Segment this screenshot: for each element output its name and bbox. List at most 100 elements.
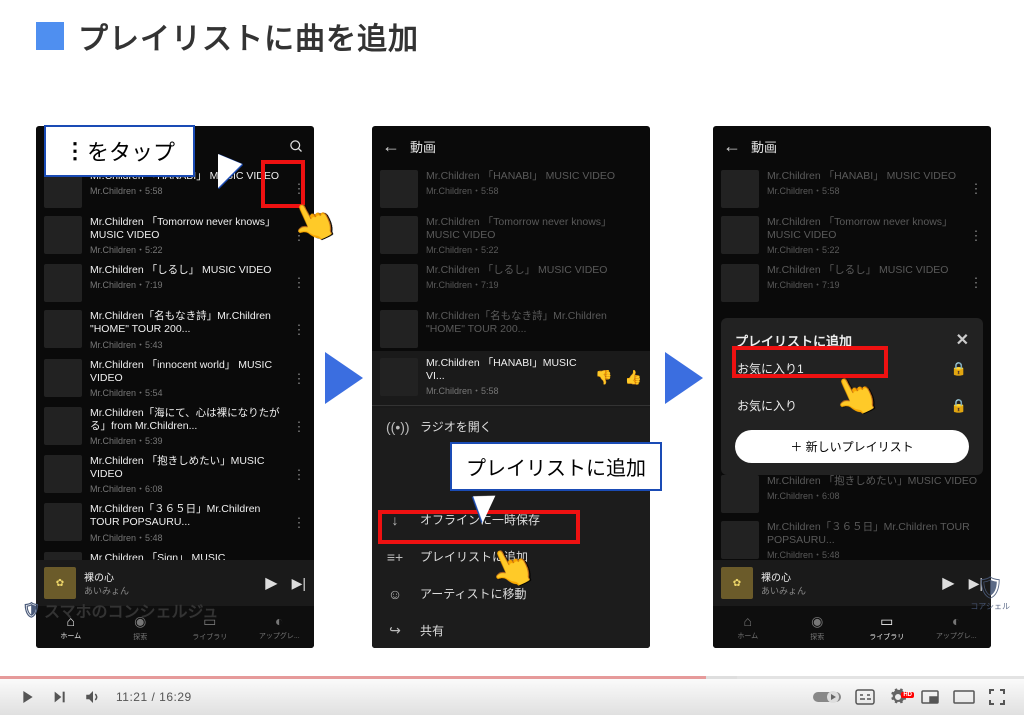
song-thumbnail bbox=[44, 503, 82, 541]
new-playlist-button[interactable]: ＋ 新しいプレイリスト bbox=[735, 430, 969, 463]
kebab-icon[interactable]: ⋮ bbox=[292, 467, 306, 483]
song-artist: Mr.Children・5:58 bbox=[90, 184, 284, 197]
nav-upgrade[interactable]: ◐アップグレ... bbox=[922, 606, 992, 648]
home-icon: ⌂ bbox=[744, 613, 752, 629]
menu-share[interactable]: ↪共有 bbox=[372, 612, 650, 648]
song-row: Mr.Children「海にて、心は裸になりたがる」from Mr.Childr… bbox=[36, 403, 314, 451]
song-thumbnail bbox=[380, 358, 418, 396]
compass-icon: ◉ bbox=[811, 613, 823, 630]
song-row: Mr.Children「名もなき詩」Mr.Children "HOME" TOU… bbox=[36, 306, 314, 354]
youtube-controls: 11:21 / 16:29 HD bbox=[0, 679, 1024, 715]
song-title: Mr.Children「３６５日」Mr.Children TOUR POPSAU… bbox=[90, 503, 284, 529]
title-bullet bbox=[36, 22, 64, 50]
next-icon[interactable]: ▶| bbox=[292, 575, 306, 592]
kebab-icon[interactable]: ⋮ bbox=[292, 515, 306, 531]
song-row: Mr.Children 「Tomorrow never knows」 MUSIC… bbox=[36, 212, 314, 260]
kebab-icon[interactable]: ⋮ bbox=[292, 322, 306, 338]
phone2-action-sheet: Mr.Children 「HANABI」MUSIC VI... Mr.Child… bbox=[372, 351, 650, 648]
search-icon[interactable] bbox=[289, 139, 304, 154]
corner-logo: 🛡 コアシェル bbox=[970, 575, 1010, 612]
song-thumbnail bbox=[44, 216, 82, 254]
thumbs-down-icon[interactable]: 👎 bbox=[595, 369, 612, 386]
thumbs-up-icon[interactable]: 👍 bbox=[625, 369, 642, 386]
playlist-name: お気に入り bbox=[737, 397, 797, 414]
callout-add-playlist: プレイリストに追加 bbox=[450, 442, 662, 491]
slide-content: プレイリストに曲を追加 ⋮ をタップ 👆 Mr.Children 「HANABI… bbox=[0, 0, 1024, 660]
lock-icon: 🔒 bbox=[951, 361, 967, 377]
library-icon: ▭ bbox=[880, 613, 893, 630]
shield-icon: 🛡 bbox=[22, 601, 40, 619]
song-thumbnail bbox=[44, 264, 82, 302]
song-artist: Mr.Children・6:08 bbox=[90, 482, 284, 495]
upgrade-icon: ◐ bbox=[952, 613, 960, 629]
song-thumbnail bbox=[44, 455, 82, 493]
play-button[interactable] bbox=[12, 689, 44, 705]
song-title: Mr.Children「名もなき詩」Mr.Children "HOME" TOU… bbox=[90, 310, 284, 336]
mini-player-meta: 裸の心 あいみょん bbox=[84, 569, 251, 597]
song-row: Mr.Children 「抱きしめたい」MUSIC VIDEOMr.Childr… bbox=[36, 451, 314, 499]
upgrade-icon: ◐ bbox=[275, 613, 283, 629]
song-artist: Mr.Children・5:22 bbox=[90, 243, 284, 256]
nav-home[interactable]: ⌂ホーム bbox=[713, 606, 783, 648]
song-artist: Mr.Children・7:19 bbox=[90, 278, 284, 291]
nav-library[interactable]: ▭ライブラリ bbox=[852, 606, 922, 648]
song-artist: Mr.Children・5:48 bbox=[90, 531, 284, 544]
menu-radio[interactable]: ((•))ラジオを開く bbox=[372, 408, 650, 445]
kebab-icon[interactable]: ⋮ bbox=[292, 371, 306, 387]
callout-tap-kebab: ⋮ をタップ bbox=[44, 125, 195, 177]
song-artist: Mr.Children・5:43 bbox=[90, 338, 284, 351]
next-button[interactable] bbox=[44, 689, 76, 705]
callout-1-tail bbox=[218, 154, 242, 188]
arrow-right-icon bbox=[665, 352, 703, 404]
time-current: 11:21 bbox=[116, 690, 148, 704]
theater-mode-button[interactable] bbox=[946, 690, 982, 704]
song-row: Mr.Children 「しるし」 MUSIC VIDEOMr.Children… bbox=[36, 260, 314, 306]
back-arrow-icon[interactable]: ← bbox=[723, 136, 741, 157]
captions-button[interactable] bbox=[848, 689, 882, 705]
nav-explore[interactable]: ◉探索 bbox=[783, 606, 853, 648]
time-total: 16:29 bbox=[159, 690, 192, 704]
play-icon[interactable]: ▶ bbox=[936, 573, 960, 593]
mini-player-thumbnail: ✿ bbox=[44, 567, 76, 599]
kebab-icon[interactable]: ⋮ bbox=[292, 419, 306, 435]
kebab-glyph: ⋮ bbox=[64, 138, 83, 164]
settings-button[interactable]: HD bbox=[882, 688, 914, 706]
mini-player-thumbnail: ✿ bbox=[721, 567, 753, 599]
lock-icon: 🔒 bbox=[951, 398, 967, 414]
phone2-dimmed-list: Mr.Children 「HANABI」 MUSIC VIDEOMr.Child… bbox=[372, 166, 650, 352]
topbar-title: 動画 bbox=[410, 137, 436, 156]
miniplayer-button[interactable] bbox=[914, 690, 946, 704]
kebab-icon[interactable]: ⋮ bbox=[292, 275, 306, 291]
mini-player-artist: あいみょん bbox=[84, 584, 251, 597]
selected-song-row: Mr.Children 「HANABI」MUSIC VI... Mr.Child… bbox=[372, 351, 650, 403]
callout-1-text: をタップ bbox=[87, 135, 175, 167]
mini-player-title: 裸の心 bbox=[761, 569, 928, 584]
youtube-video-frame: プレイリストに曲を追加 ⋮ をタップ 👆 Mr.Children 「HANABI… bbox=[0, 0, 1024, 715]
song-title: Mr.Children 「しるし」 MUSIC VIDEO bbox=[90, 264, 284, 277]
artist-icon: ☺ bbox=[386, 586, 404, 602]
fullscreen-button[interactable] bbox=[982, 689, 1012, 705]
song-thumbnail bbox=[44, 359, 82, 397]
hd-badge: HD bbox=[901, 692, 914, 698]
song-artist: Mr.Children・5:39 bbox=[90, 434, 284, 447]
playlist-add-icon: ≡+ bbox=[386, 549, 404, 565]
autoplay-toggle[interactable] bbox=[806, 690, 848, 704]
nav-upgrade[interactable]: ◐アップグレ... bbox=[245, 606, 315, 648]
song-title: Mr.Children 「Tomorrow never knows」 MUSIC… bbox=[90, 216, 284, 242]
song-thumbnail bbox=[44, 310, 82, 348]
play-icon[interactable]: ▶ bbox=[259, 573, 283, 593]
volume-button[interactable] bbox=[76, 688, 110, 706]
close-icon[interactable]: ✕ bbox=[956, 330, 969, 350]
mini-player-title: 裸の心 bbox=[84, 569, 251, 584]
mini-player-artist: あいみょん bbox=[761, 584, 928, 597]
song-title: Mr.Children「海にて、心は裸になりたがる」from Mr.Childr… bbox=[90, 407, 284, 433]
radio-icon: ((•)) bbox=[386, 419, 404, 435]
share-icon: ↪ bbox=[386, 622, 404, 639]
selected-song-title: Mr.Children 「HANABI」MUSIC VI... bbox=[426, 357, 587, 383]
selected-song-artist: Mr.Children・5:58 bbox=[426, 384, 587, 397]
slide-title: プレイリストに曲を追加 bbox=[78, 14, 419, 58]
phone3-dimmed-list: Mr.Children 「HANABI」 MUSIC VIDEOMr.Child… bbox=[713, 166, 991, 306]
slide-title-row: プレイリストに曲を追加 bbox=[36, 14, 419, 58]
back-arrow-icon[interactable]: ← bbox=[382, 136, 400, 157]
mini-player[interactable]: ✿ 裸の心 あいみょん ▶ ▶| bbox=[713, 560, 991, 606]
